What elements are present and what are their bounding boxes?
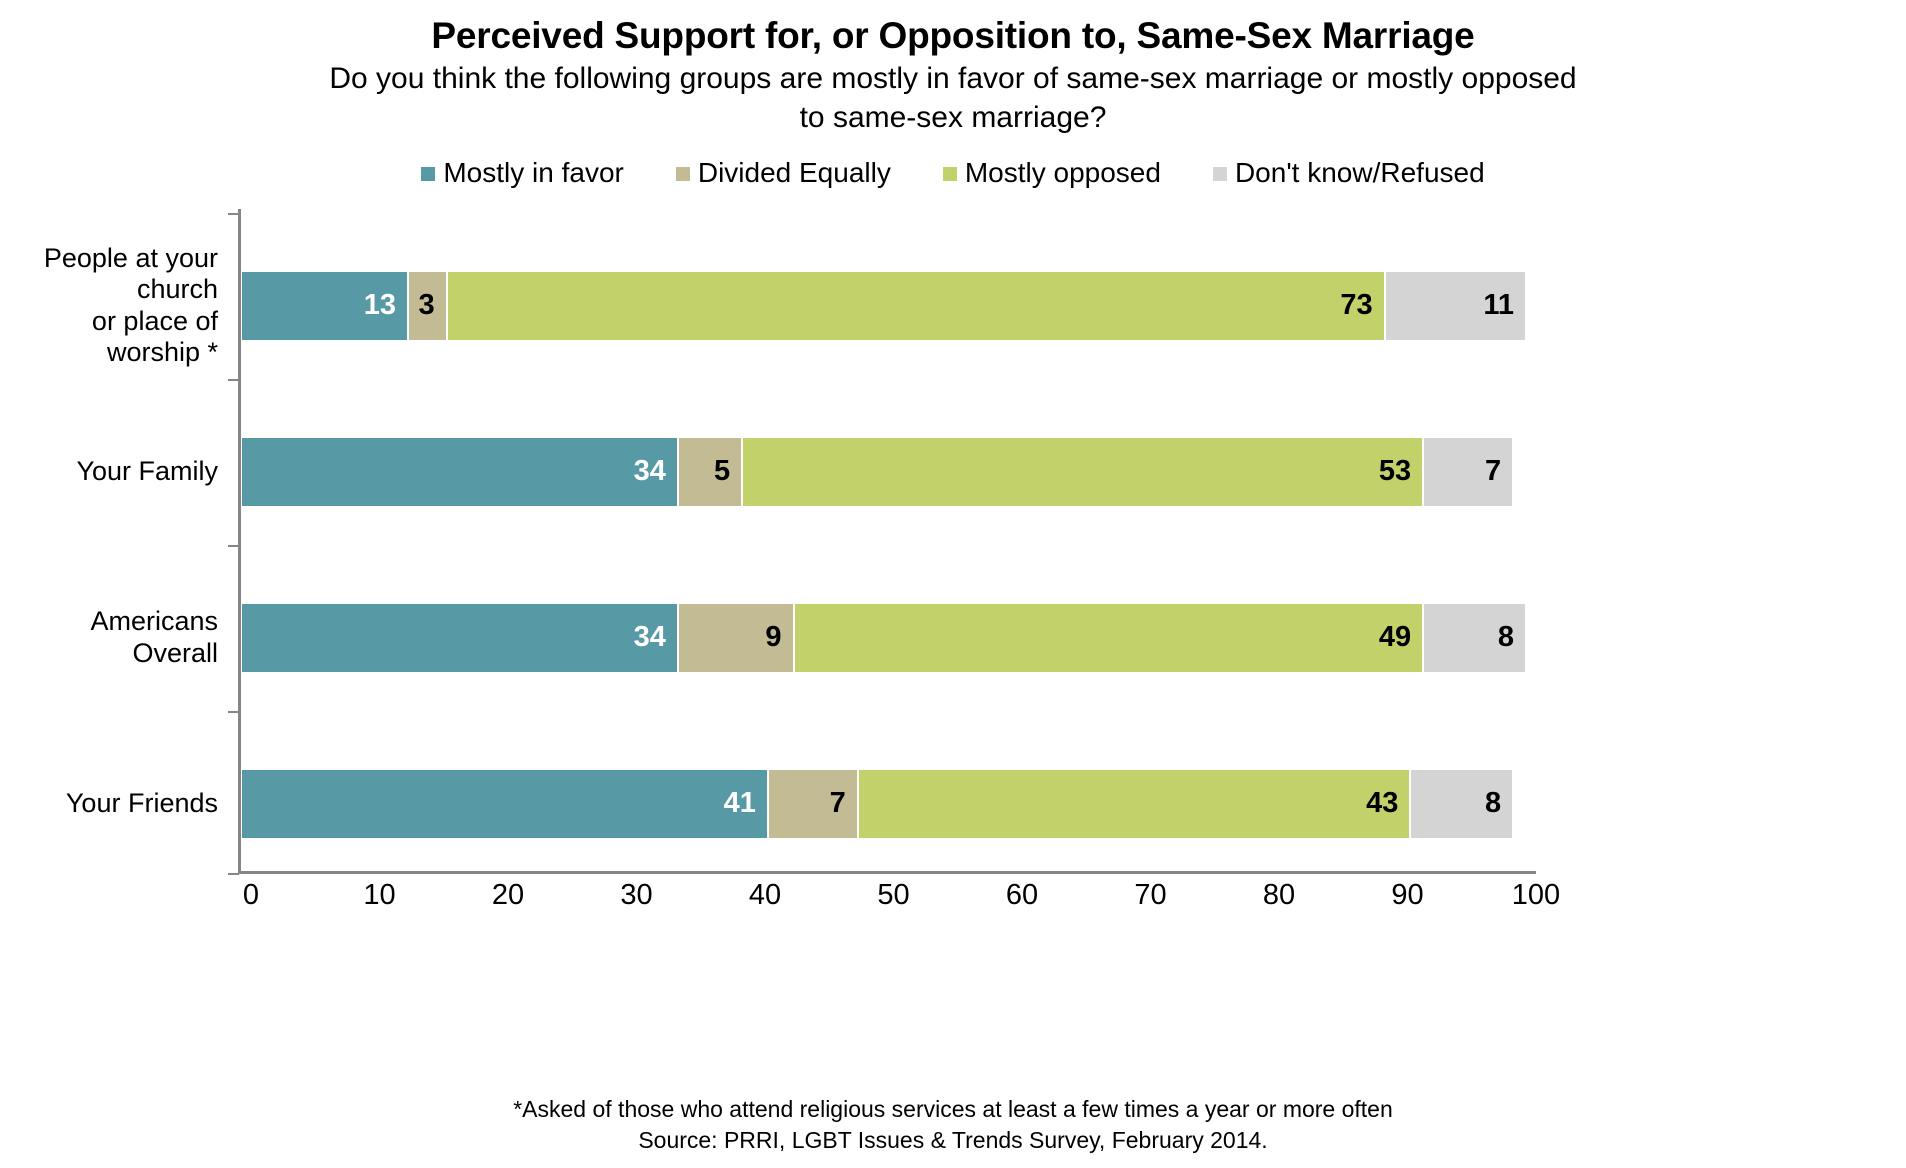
legend-item-label: Mostly opposed (964, 156, 1161, 188)
bar-segment[interactable]: 53 (742, 436, 1424, 507)
bar-segment-value: 3 (418, 289, 435, 322)
bar-segment-value: 5 (714, 455, 731, 488)
category-label-line: Your Friends (65, 788, 218, 819)
bar-segment[interactable]: 5 (677, 436, 743, 507)
bar-segment[interactable]: 9 (677, 602, 794, 673)
bar-segment-value: 41 (723, 787, 756, 820)
legend-item-2[interactable]: Mostly opposed (942, 156, 1161, 188)
category-label: Your Friends (0, 788, 228, 820)
bar-segment[interactable]: 49 (793, 602, 1424, 673)
bar-segment[interactable]: 43 (857, 768, 1411, 839)
bar-segment-value: 73 (1340, 289, 1373, 322)
bar-segment-value: 34 (633, 621, 666, 654)
bar-segment-value: 8 (1497, 621, 1514, 654)
chart-subtitle-line-1: Do you think the following groups are mo… (329, 61, 1577, 95)
bar-segment-value: 8 (1485, 787, 1502, 820)
bar-segment-value: 43 (1366, 787, 1399, 820)
chart-subtitle-line-2: to same-sex marriage? (799, 101, 1107, 135)
legend-item-label: Divided Equally (697, 156, 891, 188)
x-axis-tick-label: 50 (877, 878, 910, 911)
footnote-asterisk: *Asked of those who attend religious ser… (513, 1095, 1393, 1122)
x-axis-tick-label: 60 (1005, 878, 1039, 911)
bar-row: Your Friends 41 7 43 8 (0, 745, 1906, 863)
category-label-line: Americans Overall (90, 606, 218, 668)
x-axis-tick-label: 20 (491, 878, 525, 911)
bar-segment[interactable]: 8 (1423, 602, 1526, 673)
legend-item-0[interactable]: Mostly in favor (421, 156, 624, 188)
x-axis-tick-label: 80 (1262, 878, 1296, 911)
bar-segment[interactable]: 7 (767, 768, 858, 839)
legend-swatch-icon (675, 166, 690, 181)
legend-item-3[interactable]: Don't know/Refused (1212, 156, 1485, 188)
x-axis-tick-label: 30 (620, 878, 653, 911)
x-axis-tick-label: 10 (363, 878, 396, 911)
category-label: Americans Overall (0, 606, 228, 669)
legend-swatch-icon (1212, 166, 1227, 181)
category-label-line: People at your church (43, 242, 218, 305)
bar-segment[interactable]: 41 (241, 768, 768, 839)
bar-segment-value: 9 (765, 621, 782, 654)
x-axis: 0 10 20 30 40 50 60 70 80 90 100 (0, 870, 1906, 931)
x-axis-tick-label: 70 (1134, 878, 1167, 911)
stacked-bar: 34 9 49 8 (241, 602, 1526, 673)
footnote-source: Source: PRRI, LGBT Issues & Trends Surve… (638, 1126, 1268, 1153)
chart-legend: Mostly in favor Divided Equally Mostly opp… (0, 156, 1906, 188)
x-axis-tick-label: 100 (1511, 878, 1561, 911)
category-label: Your Family (0, 456, 228, 488)
bar-segment-value: 7 (1484, 455, 1502, 488)
stacked-bar: 41 7 43 8 (241, 768, 1526, 839)
x-axis-tick-label: 90 (1391, 878, 1424, 911)
stacked-bar: 34 5 53 7 (241, 436, 1526, 507)
bar-segment[interactable]: 7 (1423, 436, 1514, 507)
bar-segment-value: 53 (1378, 455, 1412, 488)
footnotes: *Asked of those who attend religious ser… (0, 1094, 1906, 1156)
bar-rows: People at your church or place of worship… (0, 209, 1906, 871)
bar-segment-value: 7 (829, 787, 846, 820)
bar-segment-value: 11 (1483, 289, 1514, 322)
bar-segment[interactable]: 3 (408, 270, 447, 341)
bar-segment-value: 34 (633, 455, 666, 488)
bar-segment-value: 13 (363, 289, 397, 322)
x-axis-tick-label: 40 (748, 878, 782, 911)
legend-item-1[interactable]: Divided Equally (675, 156, 891, 188)
bar-segment[interactable]: 11 (1384, 270, 1526, 341)
x-axis-tick-label: 0 (242, 878, 260, 911)
bar-segment[interactable]: 34 (241, 602, 678, 673)
bar-segment[interactable]: 13 (241, 270, 409, 341)
x-axis-line (238, 870, 1536, 874)
category-label-line: Your Family (76, 456, 218, 487)
chart-header: Perceived Support for, or Opposition to,… (0, 0, 1906, 137)
plot-area: People at your church or place of worship… (0, 208, 1906, 911)
bar-row: Americans Overall 34 9 49 8 (0, 579, 1906, 697)
bar-segment[interactable]: 34 (241, 436, 678, 507)
bar-segment[interactable]: 73 (446, 270, 1385, 341)
page-title: Perceived Support for, or Opposition to,… (431, 15, 1475, 56)
bar-segment-value: 49 (1378, 621, 1412, 654)
stacked-bar: 13 3 73 11 (241, 270, 1526, 341)
legend-swatch-icon (942, 166, 957, 181)
legend-swatch-icon (421, 166, 436, 181)
legend-item-label: Mostly in favor (443, 156, 624, 188)
legend-item-label: Don't know/Refused (1234, 156, 1485, 188)
category-label: People at your church or place of worship… (0, 243, 228, 369)
bar-row: People at your church or place of worship… (0, 243, 1906, 367)
bar-segment[interactable]: 8 (1410, 768, 1514, 839)
bar-row: Your Family 34 5 53 7 (0, 413, 1906, 531)
category-label-line: or place of worship * (91, 305, 218, 368)
